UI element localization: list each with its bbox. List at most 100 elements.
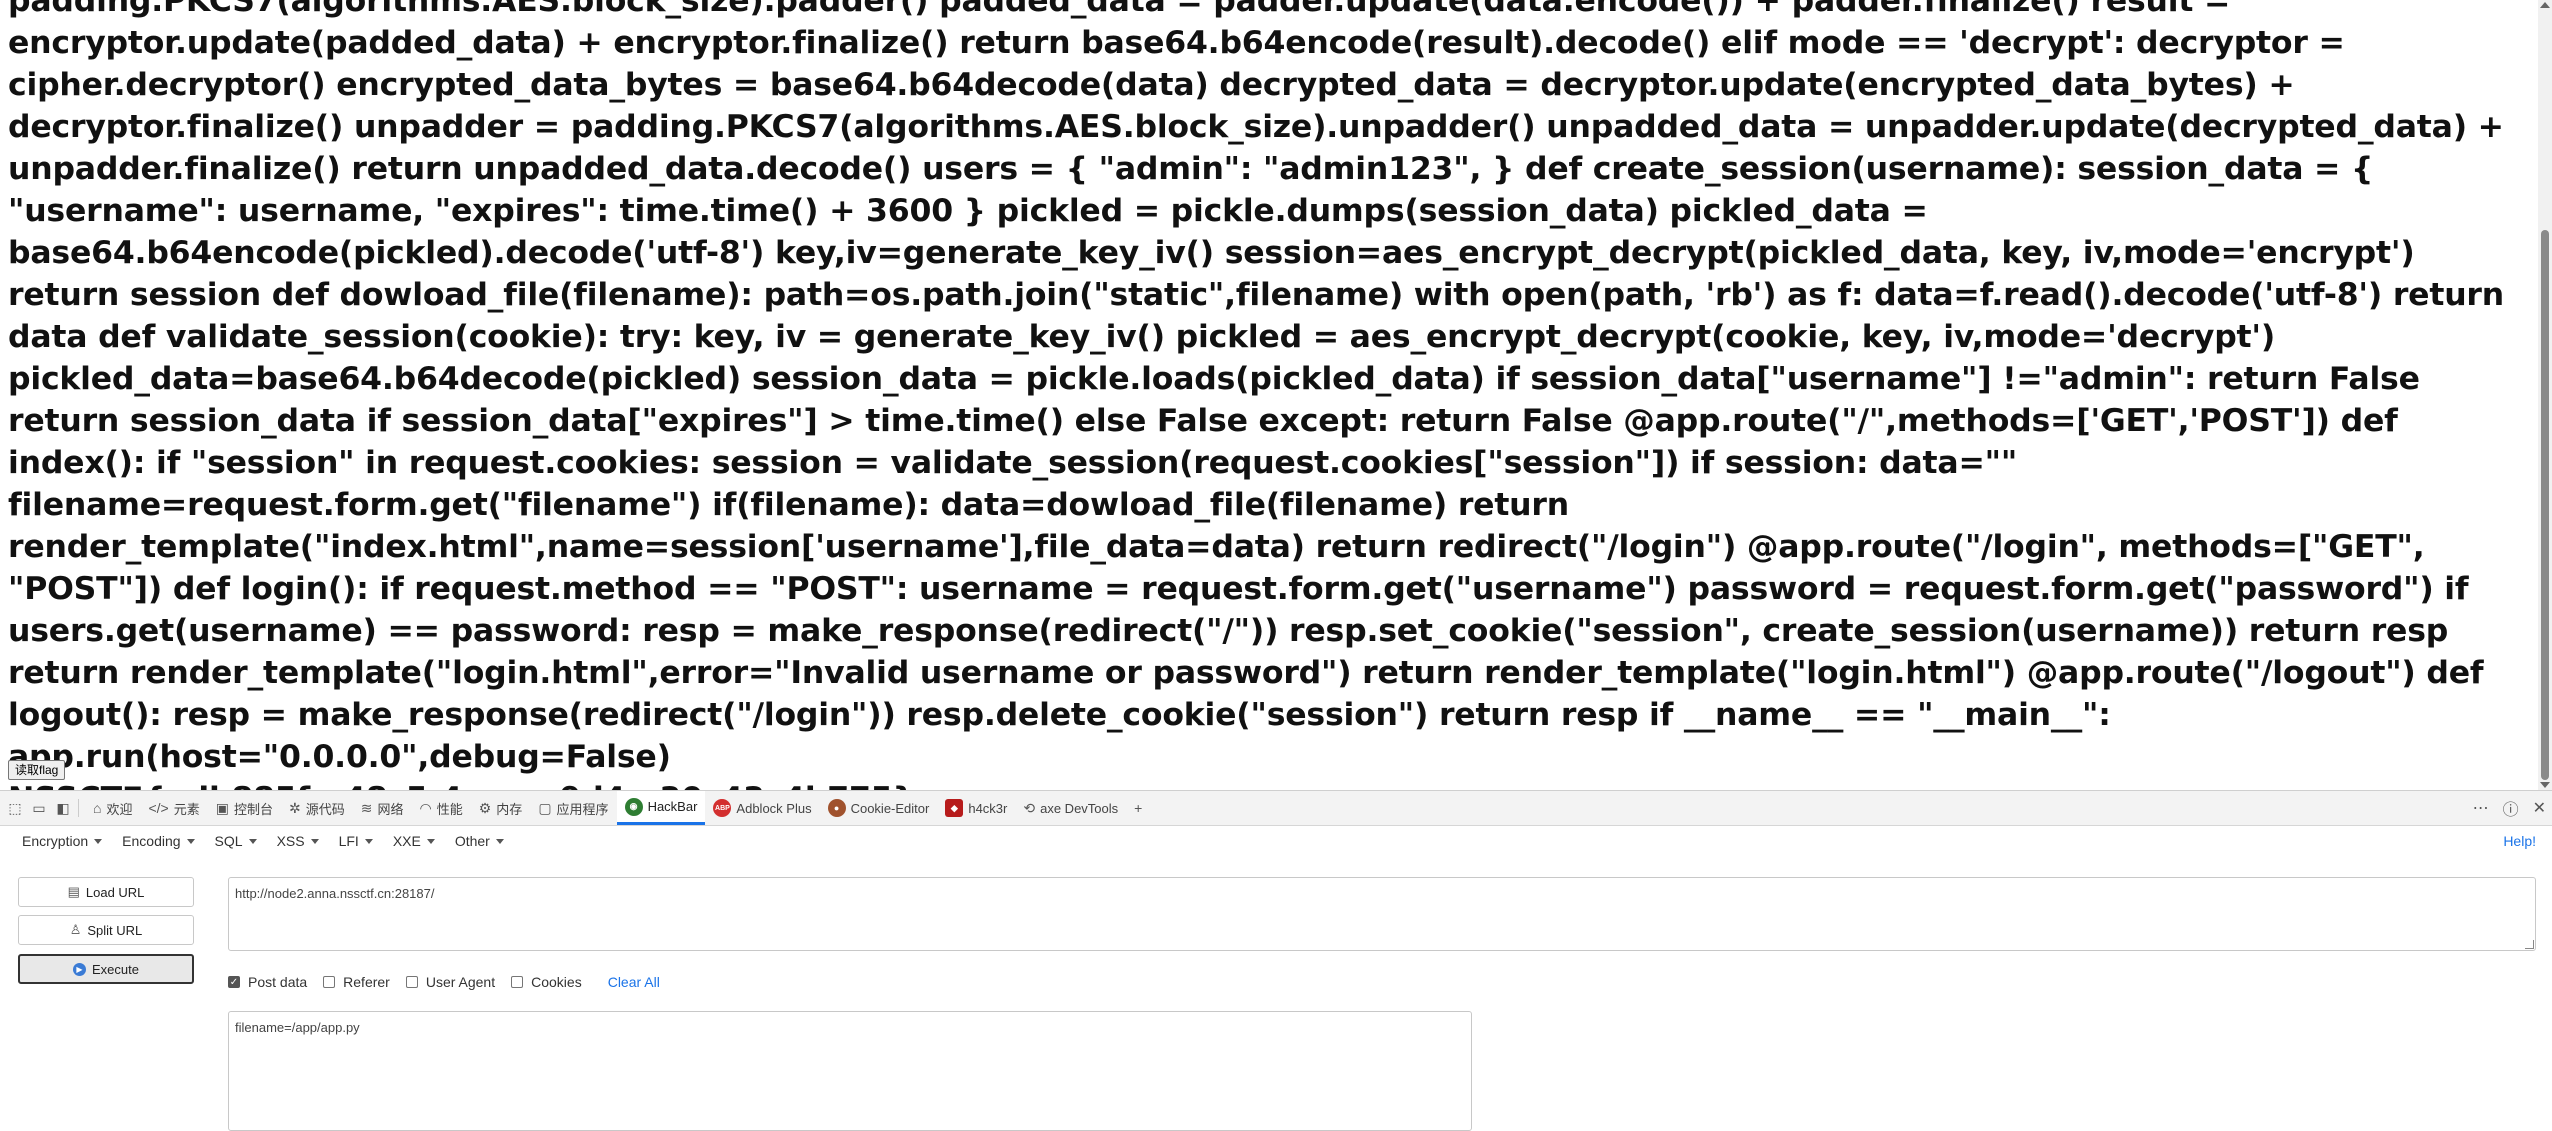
caret-down-icon — [310, 838, 319, 844]
referer-checkbox[interactable] — [323, 976, 336, 988]
tab-adblock-plus[interactable]: ABP Adblock Plus — [705, 791, 819, 825]
help-link[interactable]: Help! — [2503, 833, 2536, 849]
tab-label: 网络 — [377, 801, 404, 817]
menu-label: SQL — [214, 833, 243, 849]
tab-label: 控制台 — [233, 801, 273, 817]
load-url-icon: ▤ — [67, 884, 80, 899]
page-source-text: padding.PKCS7(algorithms.AES.block_size)… — [8, 0, 2508, 790]
hackbar-icon: ◉ — [624, 797, 643, 816]
devtools-right-controls: ⋯ ⓘ ✕ — [2473, 791, 2546, 825]
axe-icon: ⟲ — [1023, 799, 1036, 816]
cookies-option[interactable]: Cookies — [511, 974, 582, 990]
scroll-down-icon[interactable] — [2540, 782, 2550, 788]
tab-label: 源代码 — [305, 801, 345, 817]
gauge-icon: ◠ — [419, 799, 432, 816]
url-value: http://node2.anna.nssctf.cn:28187/ — [235, 886, 435, 901]
caret-down-icon — [364, 838, 373, 844]
resize-handle-icon[interactable] — [2525, 940, 2534, 949]
devtools-tabbar: ⬚ ▭ ◧ ⌂ 欢迎 </> 元素 ▣ 控制台 ✲ 源代码 ≋ 网络 ◠ 性能 … — [0, 791, 2552, 826]
user-agent-checkbox[interactable] — [405, 976, 418, 988]
post-data-checkbox[interactable]: ✓ — [228, 976, 240, 988]
more-options-icon[interactable]: ⋯ — [2473, 798, 2489, 818]
menu-label: LFI — [338, 833, 359, 849]
hackbar-menu: Encryption Encoding SQL XSS LFI XXE Othe… — [0, 826, 2552, 856]
tab-label: Adblock Plus — [736, 800, 812, 816]
home-icon: ⌂ — [93, 800, 102, 816]
tab-label: axe DevTools — [1040, 800, 1119, 816]
referer-option[interactable]: Referer — [323, 974, 390, 990]
tab-hackbar[interactable]: ◉ HackBar — [616, 791, 706, 825]
vertical-scrollbar[interactable] — [2538, 0, 2552, 790]
caret-down-icon — [94, 838, 103, 844]
caret-down-icon — [495, 838, 504, 844]
tab-welcome[interactable]: ⌂ 欢迎 — [85, 791, 140, 825]
execute-button[interactable]: ▶ Execute — [18, 954, 194, 984]
help-icon[interactable]: ⓘ — [2503, 796, 2519, 820]
menu-sql[interactable]: SQL — [215, 833, 257, 849]
hackbar-options: ✓ Post data Referer User Agent Cookies C… — [228, 970, 660, 994]
close-icon[interactable]: ✕ — [2533, 798, 2546, 818]
menu-label: Other — [454, 833, 490, 849]
load-url-button[interactable]: ▤ Load URL — [18, 877, 194, 907]
option-label: User Agent — [425, 974, 496, 990]
tab-h4ck3r[interactable]: ◆ h4ck3r — [937, 791, 1015, 825]
tab-label: HackBar — [647, 799, 698, 814]
console-icon: ▣ — [215, 799, 229, 816]
post-data-option[interactable]: ✓ Post data — [228, 974, 307, 990]
split-url-icon: ♙ — [69, 922, 82, 937]
tab-memory[interactable]: ⚙ 内存 — [471, 791, 531, 825]
user-agent-option[interactable]: User Agent — [405, 974, 496, 990]
menu-xss[interactable]: XSS — [277, 833, 319, 849]
option-label: Cookies — [531, 974, 582, 990]
flag-text: NSSCTF{edb885fe-48c5-4eea-a9d4-e30c43c4b… — [8, 778, 2508, 790]
tab-sources[interactable]: ✲ 源代码 — [281, 791, 353, 825]
menu-encryption[interactable]: Encryption — [22, 833, 103, 849]
hacker-icon: ◆ — [945, 799, 964, 817]
url-input[interactable]: http://node2.anna.nssctf.cn:28187/ — [228, 877, 2536, 951]
app-icon: ▢ — [538, 799, 552, 816]
tab-axe-devtools[interactable]: ⟲ axe DevTools — [1015, 791, 1126, 825]
cookie-icon: ● — [827, 799, 846, 817]
tab-performance[interactable]: ◠ 性能 — [412, 791, 471, 825]
memory-icon: ⚙ — [478, 799, 492, 816]
inspect-icon[interactable]: ⬚ — [6, 799, 24, 817]
scroll-up-icon[interactable] — [2540, 2, 2550, 8]
device-toolbar-icon[interactable]: ▭ — [30, 799, 48, 817]
wifi-icon: ≋ — [360, 799, 373, 816]
menu-other[interactable]: Other — [455, 833, 504, 849]
tab-label: 内存 — [496, 801, 523, 817]
tab-label: 性能 — [436, 801, 463, 817]
menu-label: XSS — [276, 833, 305, 849]
code-icon: </> — [148, 800, 169, 816]
execute-icon: ▶ — [73, 962, 86, 976]
split-url-button[interactable]: ♙ Split URL — [18, 915, 194, 945]
menu-label: Encoding — [122, 833, 181, 849]
caret-down-icon — [186, 838, 195, 844]
tab-label: 欢迎 — [106, 801, 133, 817]
tab-label: 元素 — [173, 801, 200, 817]
tab-application[interactable]: ▢ 应用程序 — [530, 791, 616, 825]
tab-network[interactable]: ≋ 网络 — [353, 791, 412, 825]
add-tab-button[interactable]: + — [1126, 791, 1155, 825]
scrollbar-thumb[interactable] — [2541, 230, 2549, 780]
cookies-checkbox[interactable] — [511, 976, 524, 988]
tab-label: 应用程序 — [556, 801, 609, 817]
menu-label: XXE — [392, 833, 421, 849]
tab-console[interactable]: ▣ 控制台 — [208, 791, 281, 825]
caret-down-icon — [248, 838, 257, 844]
menu-xxe[interactable]: XXE — [393, 833, 435, 849]
page-viewport: padding.PKCS7(algorithms.AES.block_size)… — [0, 0, 2538, 790]
bug-icon: ✲ — [289, 799, 301, 816]
clear-all-link[interactable]: Clear All — [608, 974, 660, 990]
button-label: Execute — [92, 961, 139, 977]
read-flag-button[interactable]: 读取flag — [8, 760, 66, 780]
tab-label: Cookie-Editor — [850, 800, 930, 816]
tab-elements[interactable]: </> 元素 — [140, 791, 207, 825]
menu-lfi[interactable]: LFI — [339, 833, 373, 849]
button-label: Split URL — [87, 922, 143, 938]
post-data-input[interactable]: filename=/app/app.py — [228, 1011, 1472, 1131]
button-label: Load URL — [85, 884, 145, 900]
dock-panel-icon[interactable]: ◧ — [54, 799, 72, 817]
tab-cookie-editor[interactable]: ● Cookie-Editor — [820, 791, 938, 825]
menu-encoding[interactable]: Encoding — [122, 833, 195, 849]
